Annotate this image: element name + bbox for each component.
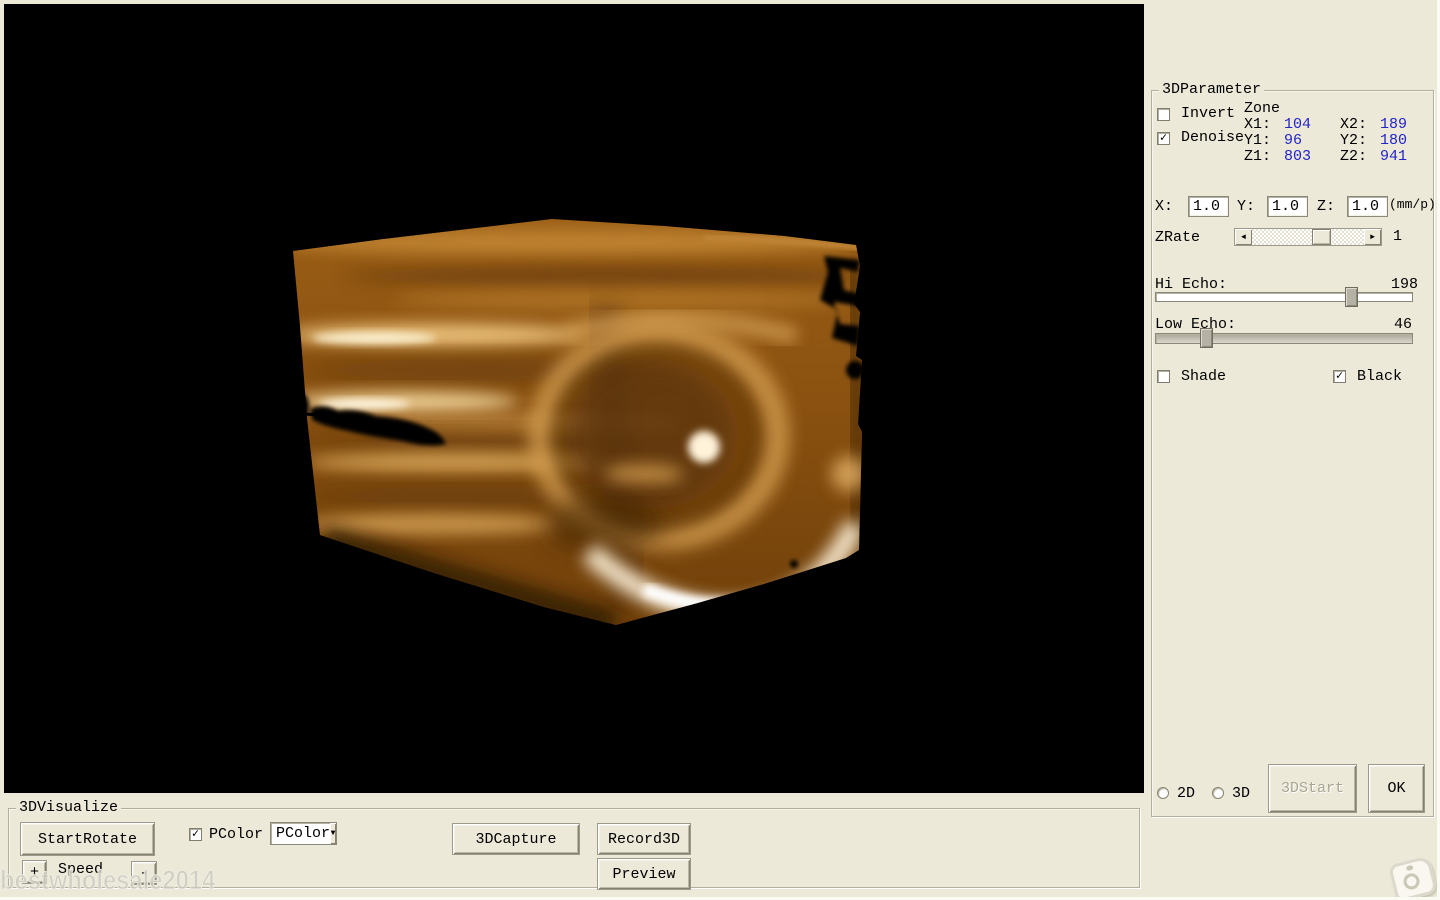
scale-unit-label: (mm/p) <box>1389 197 1436 212</box>
invert-label: Invert <box>1181 105 1235 122</box>
denoise-checkbox[interactable]: ✓ <box>1157 132 1170 145</box>
low-echo-slider[interactable] <box>1155 333 1413 344</box>
pcolor-label: PColor <box>209 826 263 843</box>
radio-2d-label: 2D <box>1177 785 1195 802</box>
stamp-ring <box>1402 872 1421 891</box>
dropdown-arrow-icon[interactable]: ▼ <box>330 823 336 844</box>
stamp-dot <box>1406 865 1414 872</box>
y-scale-input[interactable] <box>1267 196 1308 217</box>
low-echo-thumb[interactable] <box>1200 328 1213 348</box>
z-scale-label: Z: <box>1317 198 1335 215</box>
3dstart-button[interactable]: 3DStart <box>1268 764 1357 813</box>
zone-x2-label: X2: <box>1340 116 1367 133</box>
pcolor-dropdown[interactable]: PColor ▼ <box>270 822 337 845</box>
scroll-left-icon[interactable]: ◄ <box>1235 229 1252 245</box>
black-checkbox[interactable]: ✓ <box>1333 370 1346 383</box>
record3d-button[interactable]: Record3D <box>597 823 691 855</box>
volume-render-svg <box>4 4 1144 793</box>
zrate-label: ZRate <box>1155 229 1200 246</box>
check-icon: ✓ <box>1336 371 1343 381</box>
zone-x1-label: X1: <box>1244 116 1271 133</box>
zone-z1-value: 803 <box>1284 148 1311 165</box>
zone-z2-value: 941 <box>1380 148 1407 165</box>
scroll-right-icon[interactable]: ► <box>1364 229 1381 245</box>
app-window: 3DParameter Invert ✓ Denoise Zone X1: 10… <box>0 0 1440 900</box>
invert-checkbox[interactable] <box>1157 108 1170 121</box>
visualize-panel: 3DVisualize StartRotate ✓ PColor PColor … <box>0 793 1144 900</box>
parameter-panel: 3DParameter Invert ✓ Denoise Zone X1: 10… <box>1146 0 1440 900</box>
radio-2d[interactable] <box>1157 787 1169 799</box>
y-scale-label: Y: <box>1237 198 1255 215</box>
black-label: Black <box>1357 368 1402 385</box>
check-icon: ✓ <box>192 829 199 839</box>
denoise-label: Denoise <box>1181 129 1244 146</box>
radio-3d-label: 3D <box>1232 785 1250 802</box>
group-3dparameter-title: 3DParameter <box>1159 81 1264 98</box>
x-scale-input[interactable] <box>1188 196 1229 217</box>
preview-button[interactable]: Preview <box>597 858 691 890</box>
zone-z2-label: Z2: <box>1340 148 1367 165</box>
z-scale-input[interactable] <box>1347 196 1388 217</box>
low-echo-value: 46 <box>1340 316 1412 333</box>
x-scale-label: X: <box>1155 198 1173 215</box>
low-echo-label: Low Echo: <box>1155 316 1236 333</box>
zrate-scrollbar[interactable]: ◄ ► <box>1234 228 1382 246</box>
hi-echo-thumb[interactable] <box>1345 287 1358 307</box>
hi-echo-label: Hi Echo: <box>1155 276 1227 293</box>
startrotate-button[interactable]: StartRotate <box>20 822 155 856</box>
zrate-value: 1 <box>1393 228 1402 245</box>
check-icon: ✓ <box>1160 133 1167 143</box>
zone-title: Zone <box>1244 100 1280 117</box>
zone-y2-label: Y2: <box>1340 132 1367 149</box>
radio-3d[interactable] <box>1212 787 1224 799</box>
zone-z1-label: Z1: <box>1244 148 1271 165</box>
group-3dvisualize-title: 3DVisualize <box>16 799 121 816</box>
hi-echo-slider[interactable] <box>1155 292 1413 302</box>
zone-x2-value: 189 <box>1380 116 1407 133</box>
3d-viewport[interactable] <box>4 4 1144 793</box>
zrate-thumb[interactable] <box>1312 229 1331 245</box>
zone-y2-value: 180 <box>1380 132 1407 149</box>
zone-y1-label: Y1: <box>1244 132 1271 149</box>
pcolor-dropdown-value: PColor <box>271 825 330 842</box>
ok-button[interactable]: OK <box>1368 764 1425 813</box>
shade-checkbox[interactable] <box>1157 370 1170 383</box>
zone-y1-value: 96 <box>1284 132 1302 149</box>
3dcapture-button[interactable]: 3DCapture <box>452 823 580 855</box>
seller-watermark-text: bestwholesale2014 <box>0 865 215 896</box>
zone-x1-value: 104 <box>1284 116 1311 133</box>
zrate-track[interactable] <box>1252 229 1364 245</box>
shade-label: Shade <box>1181 368 1226 385</box>
pcolor-checkbox[interactable]: ✓ <box>189 828 202 841</box>
